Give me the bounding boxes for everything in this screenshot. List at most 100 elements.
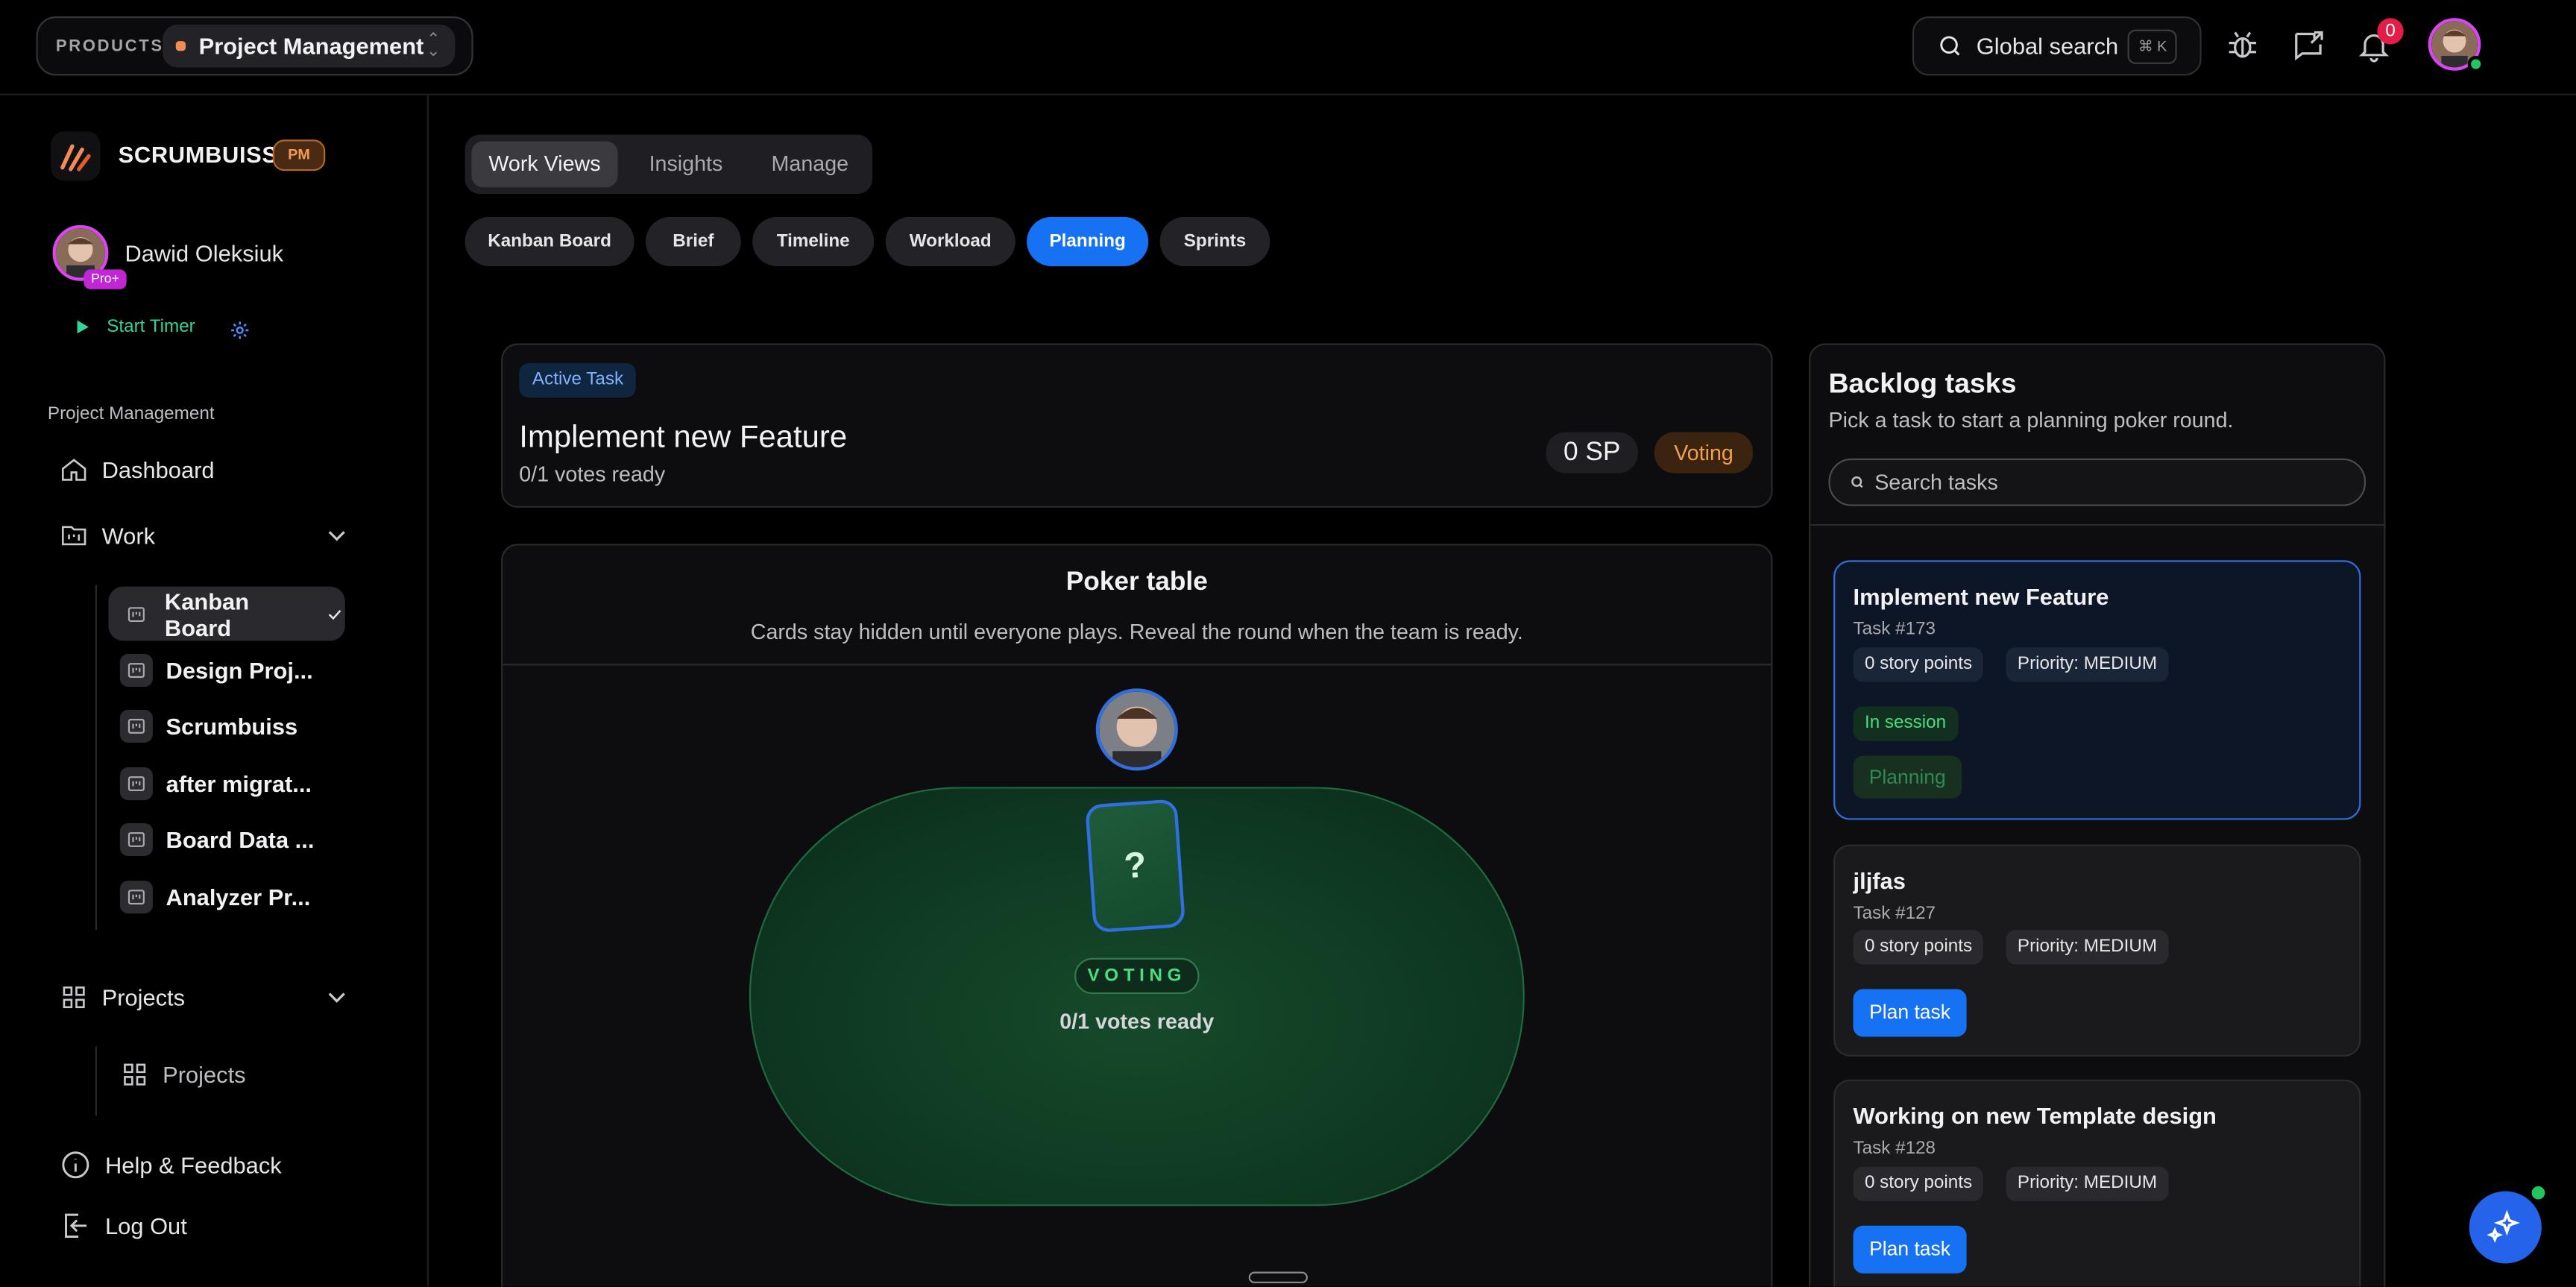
tree-line <box>95 1046 98 1116</box>
voting-badge: VOTING <box>1074 957 1200 995</box>
board-item[interactable]: Board Data ... <box>108 812 344 866</box>
logout-link[interactable]: Log Out <box>59 1209 187 1242</box>
help-feedback-link[interactable]: Help & Feedback <box>59 1148 282 1181</box>
board-item-label: Scrumbuiss <box>166 712 298 739</box>
board-icon <box>119 879 153 913</box>
pro-badge: Pro+ <box>84 269 127 289</box>
product-color-dot <box>175 41 186 51</box>
active-task-pill: Active Task <box>519 362 637 398</box>
task-title: Working on new Template design <box>1853 1102 2217 1129</box>
backlog-task-card[interactable]: jljfas Task #127 0 story points Priority… <box>1833 844 2361 1057</box>
sidebar-item-label: Dashboard <box>101 456 215 483</box>
global-search-button[interactable]: Global search ⌘ K <box>1912 16 2202 76</box>
task-id: Task #127 <box>1853 903 1936 924</box>
help-feedback-label: Help & Feedback <box>105 1151 282 1178</box>
story-points-badge: 0 SP <box>1546 432 1638 473</box>
backlog-task-card[interactable]: Implement new Feature Task #173 0 story … <box>1833 560 2361 820</box>
search-icon <box>1851 476 1863 488</box>
view-chip-workload[interactable]: Workload <box>885 216 1015 266</box>
task-title: jljfas <box>1853 867 1906 894</box>
ai-assistant-button[interactable] <box>2469 1191 2542 1264</box>
priority-pill: Priority: MEDIUM <box>2006 1166 2169 1201</box>
tab-insights[interactable]: Insights <box>624 142 747 188</box>
bug-icon[interactable] <box>2225 28 2261 63</box>
in-session-badge: In session <box>1853 706 1958 741</box>
story-points-pill: 0 story points <box>1853 930 1984 965</box>
view-chip-brief[interactable]: Brief <box>645 216 741 266</box>
start-timer-label: Start Timer <box>107 317 195 337</box>
board-item-label: Design Proj... <box>166 656 313 683</box>
sparkle-icon <box>2487 1209 2520 1243</box>
board-icon <box>119 766 153 800</box>
divider <box>1810 523 2384 526</box>
board-item[interactable]: Scrumbuiss <box>108 698 344 752</box>
feedback-icon[interactable] <box>2290 28 2326 63</box>
search-icon <box>1940 36 1960 56</box>
brand-logo-icon <box>51 131 101 181</box>
board-item-label: Analyzer Pr... <box>166 883 311 910</box>
story-points-pill: 0 story points <box>1853 647 1984 682</box>
sidebar-item-label: Projects <box>163 1061 246 1088</box>
tree-line <box>95 585 98 931</box>
home-icon <box>61 459 86 481</box>
chevron-down-icon <box>328 531 345 541</box>
view-chip-planning[interactable]: Planning <box>1027 216 1149 266</box>
table-votes-count: 0/1 votes ready <box>1059 1008 1215 1034</box>
assistant-status-dot <box>2528 1183 2548 1203</box>
poker-table-subtitle: Cards stay hidden until everyone plays. … <box>750 619 1523 644</box>
view-chip-kanban-board[interactable]: Kanban Board <box>465 216 634 266</box>
online-status-dot <box>2467 55 2484 72</box>
section-label: Project Management <box>47 404 215 424</box>
product-select[interactable]: Project Management ⌃ ⌄ <box>163 25 456 68</box>
start-timer-button[interactable]: Start Timer <box>74 317 195 337</box>
sidebar-item-label: Projects <box>101 984 186 1011</box>
tab-work-views[interactable]: Work Views <box>471 141 618 188</box>
view-tabs: Work Views Insights Manage <box>465 134 873 195</box>
board-item-label: Board Data ... <box>166 825 315 852</box>
status-badge: Voting <box>1654 432 1754 473</box>
resize-handle[interactable] <box>1248 1271 1308 1283</box>
sidebar-item-work[interactable]: Work <box>59 521 351 551</box>
global-search-label: Global search <box>1976 33 2119 60</box>
chevron-down-icon <box>328 992 345 1003</box>
chevron-up-down-icon: ⌃ ⌄ <box>426 31 441 61</box>
board-icon <box>120 597 151 630</box>
story-points-pill: 0 story points <box>1853 1166 1984 1201</box>
logout-icon <box>65 1213 87 1238</box>
check-icon <box>329 608 342 620</box>
plan-badge: PM <box>272 139 326 172</box>
view-chip-timeline[interactable]: Timeline <box>752 216 875 266</box>
sidebar-item-dashboard[interactable]: Dashboard <box>59 455 215 485</box>
board-icon <box>119 708 153 742</box>
active-task-votes: 0/1 votes ready <box>519 462 666 487</box>
notification-badge: 0 <box>2377 18 2404 45</box>
board-item[interactable]: Design Proj... <box>108 643 344 697</box>
grid-icon <box>124 1063 146 1086</box>
brand-name: SCRUMBUISS <box>118 141 278 168</box>
tab-manage[interactable]: Manage <box>754 142 866 188</box>
poker-table-title: Poker table <box>1065 568 1208 597</box>
info-icon <box>62 1151 89 1179</box>
gear-icon[interactable] <box>228 318 251 342</box>
product-switcher[interactable]: PRODUCTS Project Management ⌃ ⌄ <box>36 16 473 76</box>
plan-task-button[interactable]: Plan task <box>1853 1225 1967 1274</box>
task-id: Task #128 <box>1853 1139 1936 1159</box>
board-item[interactable]: Analyzer Pr... <box>108 869 344 924</box>
priority-pill: Priority: MEDIUM <box>2006 930 2169 965</box>
board-item-kanban[interactable]: Kanban Board <box>108 586 345 641</box>
board-item[interactable]: after migrat... <box>108 756 344 811</box>
user-name: Dawid Oleksiuk <box>125 239 284 266</box>
board-item-label: after migrat... <box>166 770 312 796</box>
view-chip-sprints[interactable]: Sprints <box>1159 216 1270 266</box>
sidebar-subitem-projects[interactable]: Projects <box>120 1060 246 1089</box>
board-icon <box>119 652 153 686</box>
plan-task-button[interactable]: Plan task <box>1853 989 1967 1037</box>
search-shortcut: ⌘ K <box>2128 29 2177 64</box>
sidebar-item-label: Work <box>101 522 156 549</box>
sidebar-item-projects[interactable]: Projects <box>59 983 351 1013</box>
backlog-task-card[interactable]: Working on new Template design Task #128… <box>1833 1079 2361 1287</box>
planning-button[interactable]: Planning <box>1853 755 1962 799</box>
backlog-search-input[interactable] <box>1874 470 2335 495</box>
product-name: Project Management <box>198 33 424 60</box>
folder-kanban-icon <box>61 526 86 546</box>
